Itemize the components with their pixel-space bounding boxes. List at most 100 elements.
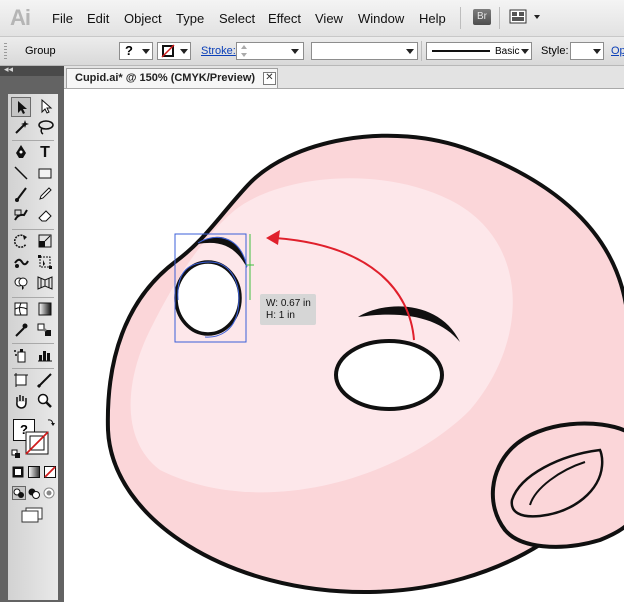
menu-window[interactable]: Window	[358, 11, 404, 26]
scale-tool[interactable]	[35, 232, 55, 252]
opacity-link[interactable]: Op	[611, 45, 624, 57]
warp-icon	[14, 258, 29, 268]
free-transform-tool[interactable]	[35, 253, 55, 273]
app-logo: Ai	[10, 5, 31, 30]
paintbrush-icon	[15, 187, 27, 202]
pencil-tool[interactable]	[35, 185, 55, 205]
tooltip-height: H: 1 in	[266, 310, 295, 321]
document-tab-title: Cupid.ai* @ 150% (CMYK/Preview)	[75, 72, 256, 84]
column-graph-tool[interactable]	[35, 346, 55, 366]
blob-brush-tool[interactable]	[11, 206, 31, 226]
menu-view[interactable]: View	[315, 11, 343, 26]
document-tab-bar: Cupid.ai* @ 150% (CMYK/Preview) ✕	[0, 66, 624, 89]
selection-icon	[18, 101, 27, 114]
brush-definition-dropdown[interactable]: Basic	[426, 42, 532, 60]
style-label: Style:	[541, 45, 569, 57]
menu-type[interactable]: Type	[176, 11, 204, 26]
mesh-icon	[14, 302, 28, 316]
control-divider	[421, 41, 422, 61]
control-bar: Group ? Stroke: Basic Style: Op	[0, 37, 624, 66]
menu-file[interactable]: File	[52, 11, 73, 26]
menu-edit[interactable]: Edit	[87, 11, 109, 26]
direct-selection-icon	[41, 98, 53, 114]
menu-divider	[499, 7, 500, 29]
tooltip-width: W: 0.67 in	[266, 298, 311, 309]
artboard-canvas[interactable]: W: 0.67 in H: 1 in	[64, 89, 624, 602]
close-tab-button[interactable]: ✕	[263, 72, 276, 85]
rectangle-tool[interactable]	[35, 164, 55, 184]
magic-wand-tool[interactable]	[11, 118, 31, 138]
color-icon[interactable]	[12, 466, 24, 478]
pencil-icon	[39, 187, 52, 200]
default-colors-icon[interactable]	[11, 449, 21, 459]
draw-behind-icon[interactable]	[27, 486, 41, 500]
fill-swatch: ?	[125, 43, 133, 58]
left-eye	[174, 260, 242, 336]
paintbrush-tool[interactable]	[11, 185, 31, 205]
tools-panel-header[interactable]: ◂◂	[0, 64, 64, 76]
bridge-button[interactable]: Br	[473, 9, 491, 25]
warp-tool[interactable]	[11, 253, 31, 273]
symbol-sprayer-tool[interactable]	[11, 346, 31, 366]
lasso-icon	[38, 120, 54, 135]
line-tool[interactable]	[11, 164, 31, 184]
eyedropper-tool[interactable]	[11, 321, 31, 341]
column-graph-icon	[38, 351, 52, 362]
eraser-tool[interactable]	[35, 206, 55, 226]
direct-selection-tool[interactable]	[35, 97, 55, 117]
fill-stroke-control[interactable]: ?	[11, 417, 57, 461]
stepper-icon	[241, 45, 247, 57]
swap-arrows-icon[interactable]	[46, 417, 56, 427]
stroke-swatch-dropdown[interactable]	[157, 42, 191, 60]
draw-inside-icon[interactable]	[42, 486, 56, 500]
control-bar-grip[interactable]	[4, 43, 7, 59]
graphic-style-dropdown[interactable]	[570, 42, 604, 60]
menu-effect[interactable]: Effect	[268, 11, 301, 26]
menu-bar: Ai File Edit Object Type Select Effect V…	[0, 0, 624, 37]
artboard-tool[interactable]	[11, 371, 31, 391]
blend-tool[interactable]	[35, 321, 55, 341]
tools-divider	[12, 297, 54, 298]
hand-icon	[16, 395, 27, 409]
symbol-sprayer-icon	[14, 349, 26, 363]
chevron-down-icon	[142, 49, 150, 54]
hand-tool[interactable]	[11, 392, 31, 412]
chevron-down-icon	[291, 49, 299, 54]
rotate-tool[interactable]	[11, 232, 31, 252]
fill-swatch-dropdown[interactable]: ?	[119, 42, 153, 60]
stroke-weight-field[interactable]	[236, 42, 304, 60]
free-transform-icon	[38, 255, 52, 269]
slice-tool[interactable]	[35, 371, 55, 391]
type-tool[interactable]: T	[35, 143, 55, 163]
document-tab[interactable]: Cupid.ai* @ 150% (CMYK/Preview) ✕	[66, 68, 278, 88]
collapse-icon[interactable]: ◂◂	[4, 64, 13, 75]
right-eye	[334, 339, 444, 411]
zoom-tool[interactable]	[35, 392, 55, 412]
shape-builder-icon	[14, 277, 28, 290]
gradient-icon[interactable]	[28, 466, 40, 478]
perspective-grid-tool[interactable]	[35, 274, 55, 294]
shape-builder-tool[interactable]	[11, 274, 31, 294]
tools-divider	[12, 343, 54, 344]
variable-width-dropdown[interactable]	[311, 42, 418, 60]
menu-object[interactable]: Object	[124, 11, 162, 26]
menu-help[interactable]: Help	[419, 11, 446, 26]
tools-divider	[12, 140, 54, 141]
screen-mode-icon[interactable]	[20, 507, 46, 523]
rectangle-icon	[38, 168, 52, 179]
color-mode-row	[11, 465, 57, 479]
eyedropper-icon	[15, 323, 28, 337]
menu-select[interactable]: Select	[219, 11, 255, 26]
pen-tool[interactable]	[11, 143, 31, 163]
lasso-tool[interactable]	[35, 118, 55, 138]
selection-tool[interactable]	[11, 97, 31, 117]
stroke-box[interactable]	[25, 431, 49, 455]
blend-icon	[37, 323, 51, 336]
draw-normal-icon[interactable]	[12, 486, 26, 500]
arrange-documents-button[interactable]	[508, 9, 544, 25]
mesh-tool[interactable]	[11, 300, 31, 320]
chevron-down-icon	[180, 49, 188, 54]
none-icon[interactable]	[44, 466, 56, 478]
stroke-link[interactable]: Stroke:	[201, 45, 236, 57]
gradient-tool[interactable]	[35, 300, 55, 320]
